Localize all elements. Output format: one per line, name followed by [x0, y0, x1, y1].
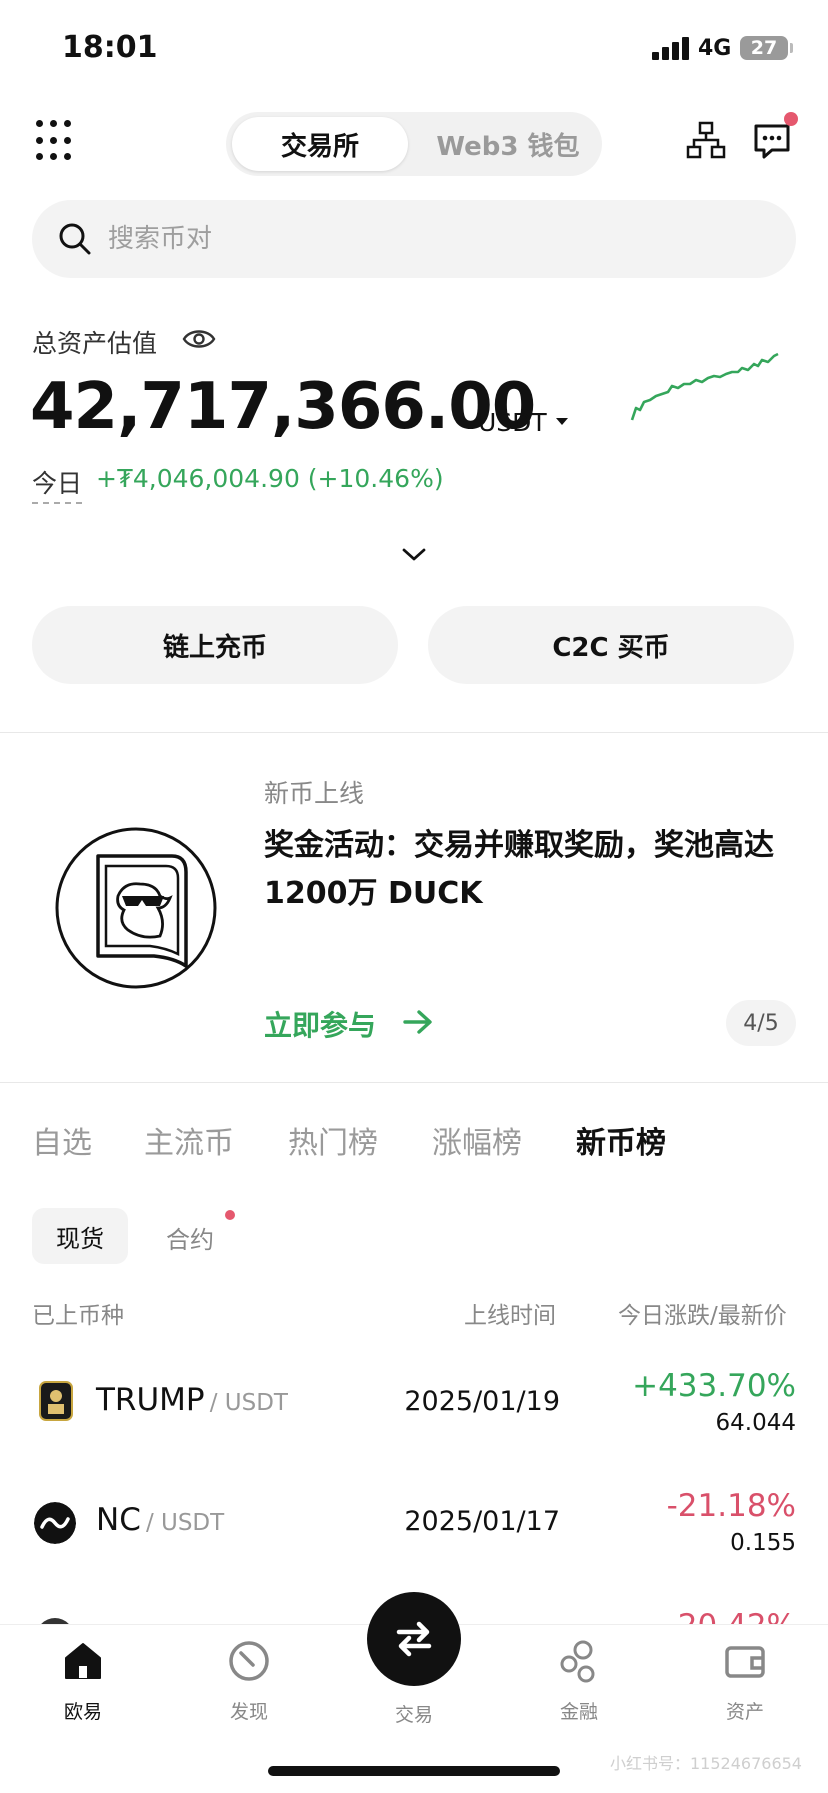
total-assets-value: 42,717,366.00: [30, 370, 536, 444]
chevron-down-icon[interactable]: [402, 548, 426, 562]
tab-new-listings[interactable]: 新币榜: [576, 1118, 666, 1162]
subtab-futures[interactable]: 合约: [166, 1220, 214, 1255]
column-header-listed: 上线时间: [464, 1303, 556, 1329]
tab-gainers[interactable]: 涨幅榜: [432, 1118, 522, 1162]
search-placeholder: 搜索币对: [108, 224, 213, 254]
assets-sparkline: [630, 352, 779, 421]
swap-icon: [396, 1621, 432, 1657]
coin-name: TRUMP: [96, 1382, 205, 1418]
nav-label: 发现: [229, 1701, 268, 1723]
table-row[interactable]: NC / USDT 2025/01/17 -21.18% 0.155: [0, 1478, 828, 1582]
network-label: 4G: [698, 36, 732, 61]
nav-label: 金融: [559, 1701, 598, 1723]
status-time: 18:01: [62, 30, 158, 65]
last-price: 0.155: [730, 1530, 796, 1556]
currency-unit-selector[interactable]: USDT: [478, 408, 547, 437]
network-tree-icon[interactable]: [686, 120, 726, 160]
section-divider: [0, 1082, 828, 1083]
column-header-coin: 已上币种: [32, 1303, 124, 1329]
nav-label: 资产: [725, 1701, 764, 1723]
tab-favorites[interactable]: 自选: [32, 1118, 92, 1162]
trade-button[interactable]: [367, 1592, 461, 1686]
nav-home[interactable]: 欧易: [28, 1638, 138, 1724]
change-percent: +433.70%: [632, 1368, 796, 1404]
onchain-deposit-button[interactable]: 链上充币: [32, 606, 398, 684]
trump-coin-icon: [39, 1381, 73, 1421]
tab-web3-wallet[interactable]: Web3 钱包: [420, 117, 596, 171]
coin-name: NC: [96, 1502, 141, 1538]
promo-title[interactable]: 奖金活动：交易并赚取奖励，奖池高达 1200万 DUCK: [264, 822, 784, 918]
promo-tag: 新币上线: [264, 779, 365, 808]
eye-icon[interactable]: [182, 326, 216, 352]
signal-icon: [652, 36, 690, 60]
notification-dot: [784, 112, 798, 126]
today-label[interactable]: 今日: [32, 464, 83, 504]
column-header-change: 今日涨跌/最新价: [618, 1303, 787, 1329]
nav-label: 欧易: [63, 1701, 102, 1723]
tab-mainstream[interactable]: 主流币: [144, 1118, 234, 1162]
nav-label-trade[interactable]: 交易: [367, 1700, 461, 1727]
banner-pager: 4/5: [726, 1000, 796, 1046]
listing-date: 2025/01/19: [404, 1386, 560, 1417]
table-row[interactable]: TRUMP / USDT 2025/01/19 +433.70% 64.044: [0, 1358, 828, 1462]
search-icon: [59, 223, 91, 255]
watermark: 小红书号：11524676654: [610, 1754, 802, 1773]
finance-icon: [560, 1640, 595, 1683]
nc-coin-icon: [34, 1502, 76, 1544]
coin-quote: / USDT: [145, 1510, 225, 1536]
coin-quote: / USDT: [209, 1390, 288, 1416]
duck-token-logo: [55, 827, 217, 989]
nav-assets[interactable]: 资产: [690, 1638, 800, 1724]
menu-grid-icon[interactable]: [36, 120, 80, 164]
subtab-spot[interactable]: 现货: [32, 1208, 128, 1264]
discover-icon: [229, 1641, 269, 1681]
total-assets-label: 总资产估值: [32, 329, 158, 358]
caret-down-icon[interactable]: [556, 418, 568, 425]
listing-date: 2025/01/17: [404, 1506, 560, 1537]
nav-finance[interactable]: 金融: [524, 1638, 634, 1724]
nav-discover[interactable]: 发现: [194, 1638, 304, 1724]
notification-dot: [225, 1210, 235, 1220]
section-divider: [0, 732, 828, 733]
join-now-link[interactable]: 立即参与: [264, 1004, 376, 1044]
tab-exchange[interactable]: 交易所: [232, 117, 408, 171]
wallet-icon: [725, 1646, 765, 1678]
change-percent: -21.18%: [666, 1488, 796, 1524]
today-pnl: +₮4,046,004.90 (+10.46%): [96, 464, 444, 493]
tab-hot[interactable]: 热门榜: [288, 1118, 378, 1162]
home-icon: [65, 1643, 101, 1679]
arrow-right-icon[interactable]: [402, 1008, 434, 1036]
battery-tip: [790, 43, 793, 53]
last-price: 64.044: [715, 1410, 796, 1436]
home-indicator[interactable]: [268, 1766, 560, 1776]
battery-icon: 27: [740, 36, 788, 60]
c2c-buy-button[interactable]: C2C 买币: [428, 606, 794, 684]
